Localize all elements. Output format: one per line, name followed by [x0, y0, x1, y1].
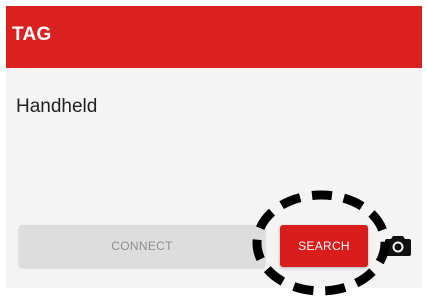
app-screen: TAG Handheld CONNECT SEARCH: [6, 6, 422, 288]
camera-icon[interactable]: [385, 234, 411, 256]
app-bar: TAG: [6, 6, 422, 68]
app-title: TAG: [12, 24, 52, 45]
connect-button[interactable]: CONNECT: [19, 225, 265, 267]
device-name-label: Handheld: [16, 96, 98, 117]
search-button[interactable]: SEARCH: [280, 225, 368, 267]
